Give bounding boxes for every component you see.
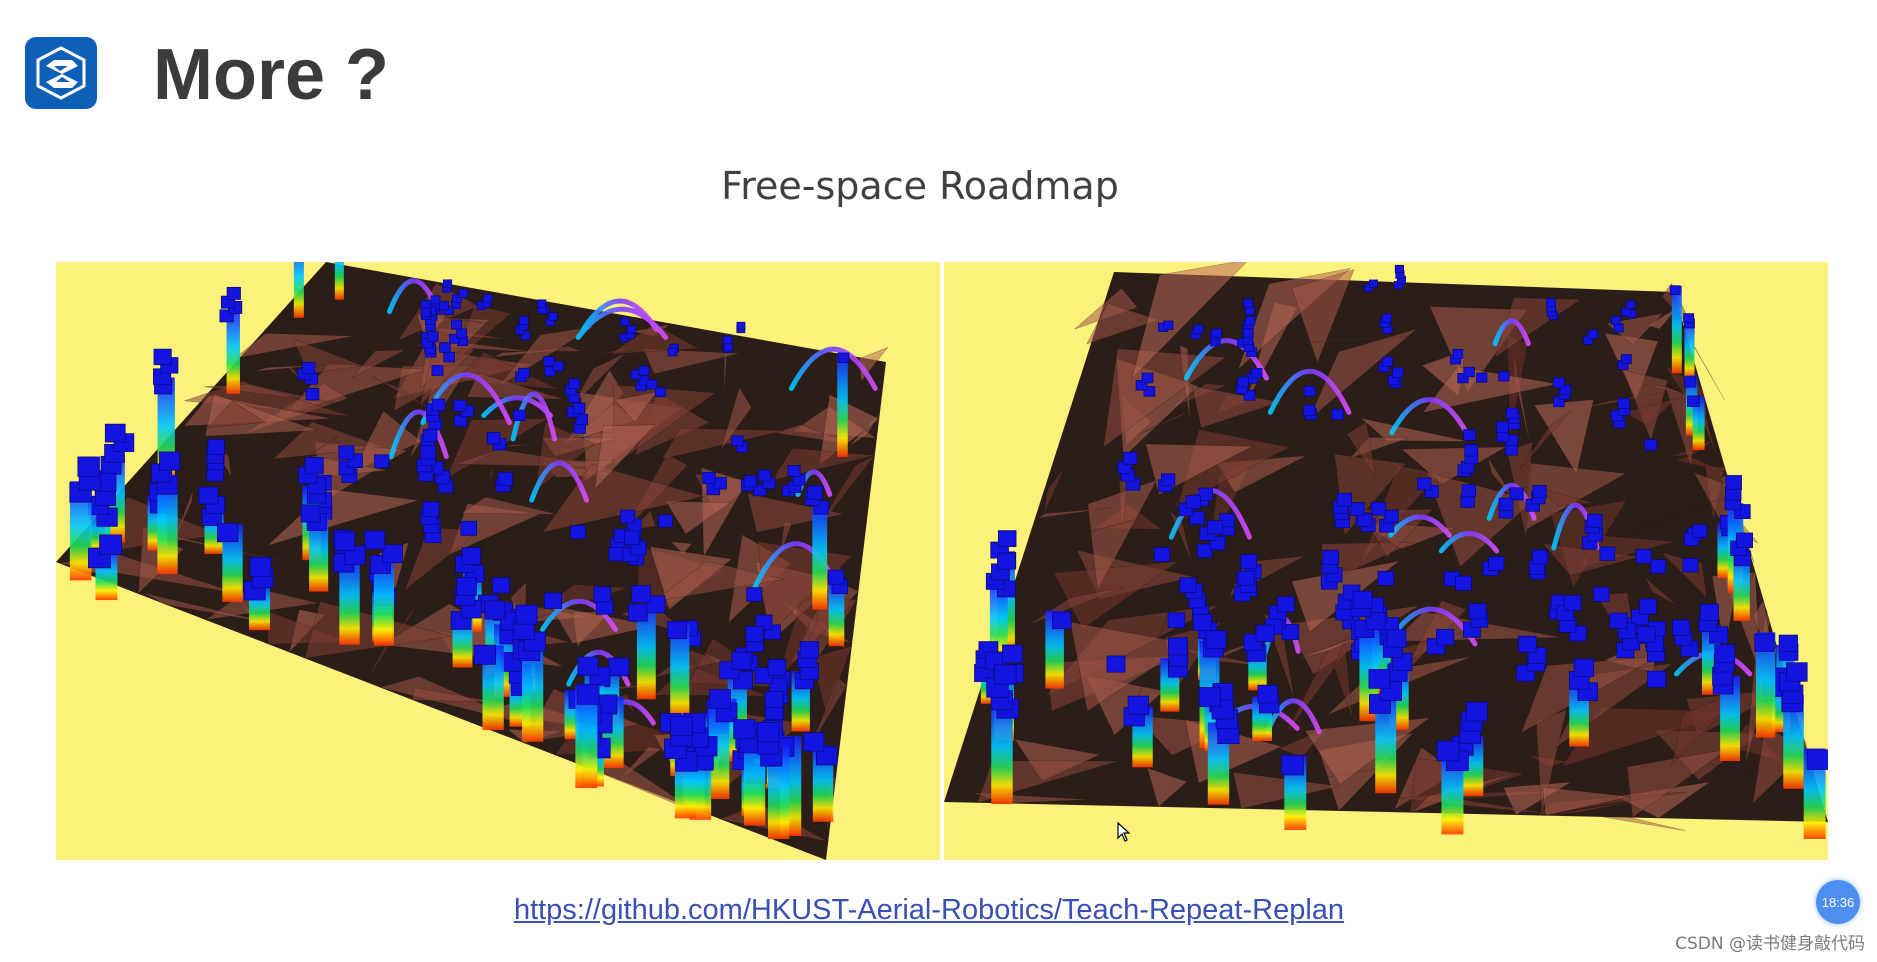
roadmap-render-left xyxy=(56,262,889,860)
mouse-cursor-icon xyxy=(1117,822,1131,842)
roadmap-image-left xyxy=(56,262,940,860)
roadmap-image-right xyxy=(944,262,1828,860)
app-logo xyxy=(25,37,97,109)
slide-subtitle: Free-space Roadmap xyxy=(721,164,1119,208)
roadmap-render-right xyxy=(944,262,1828,839)
clock-badge[interactable]: 18:36 xyxy=(1816,880,1860,924)
slide-title: More ? xyxy=(153,35,390,115)
csdn-watermark: CSDN @读书健身敲代码 xyxy=(1675,934,1865,954)
github-repo-link[interactable]: https://github.com/HKUST-Aerial-Robotics… xyxy=(0,894,1858,927)
cube-logo-icon xyxy=(36,46,86,100)
